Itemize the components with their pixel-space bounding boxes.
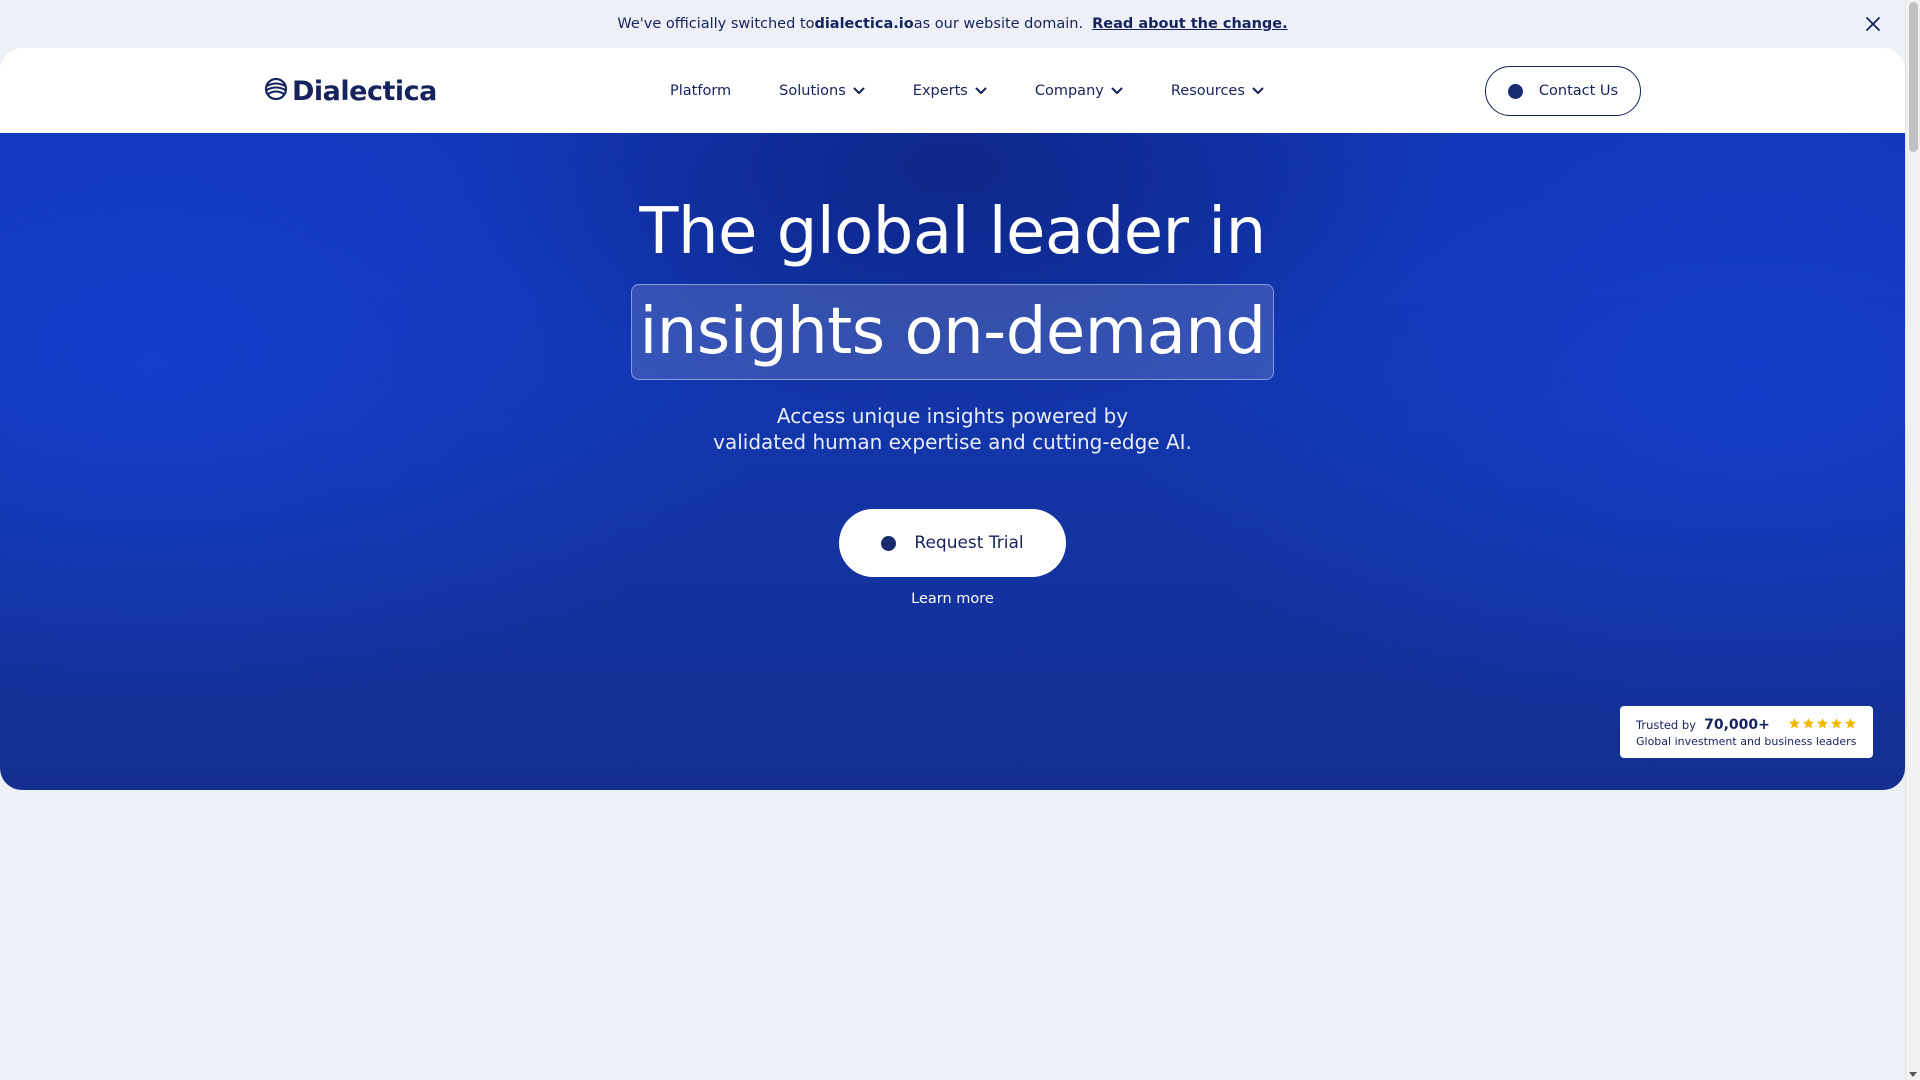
close-icon[interactable] <box>1863 14 1883 34</box>
trust-description: Global investment and business leaders <box>1636 735 1857 748</box>
dot-icon <box>881 535 897 551</box>
nav-item-label: Solutions <box>779 82 846 99</box>
chevron-down-icon <box>1111 87 1123 94</box>
contact-us-button[interactable]: Contact Us <box>1485 66 1641 116</box>
star-icon <box>1817 718 1828 729</box>
chevron-down-icon <box>975 87 987 94</box>
logo[interactable]: Dialectica <box>264 75 437 107</box>
star-rating <box>1788 717 1857 730</box>
hero-title: The global leader in <box>639 195 1266 269</box>
star-icon <box>1803 718 1814 729</box>
contact-us-label: Contact Us <box>1538 83 1619 99</box>
hero-highlight-text: insights on-demand <box>639 295 1267 369</box>
dot-icon <box>1507 83 1523 99</box>
hero-subtitle-line: Access unique insights powered by <box>776 404 1129 428</box>
logo-text: Dialectica <box>292 75 437 107</box>
nav-item-label: Platform <box>670 82 732 99</box>
trust-badge: Trusted by 70,000+ Global investment and… <box>1620 706 1873 758</box>
learn-more-link[interactable]: Learn more <box>0 591 1905 607</box>
hero-subtitle-line: validated human expertise and cutting-ed… <box>713 430 1192 454</box>
star-icon <box>1831 718 1842 729</box>
request-trial-button[interactable]: Request Trial <box>839 509 1066 577</box>
globe-icon <box>264 77 288 105</box>
nav-item-experts[interactable]: Experts <box>913 83 987 99</box>
nav-item-label: Experts <box>912 82 968 99</box>
announcement-bar: We've officially switched to dialectica.… <box>0 0 1905 48</box>
nav-item-label: Company <box>1034 82 1104 99</box>
announcement-suffix: as our website domain. <box>913 16 1084 32</box>
hero-card: Dialectica Platform Solutions Experts Co… <box>0 48 1905 790</box>
announcement-prefix: We've officially switched to <box>617 16 815 32</box>
scroll-down-arrow-icon[interactable] <box>1909 1072 1917 1077</box>
nav-item-platform[interactable]: Platform <box>670 83 731 99</box>
chevron-down-icon <box>1252 87 1264 94</box>
star-icon <box>1789 718 1800 729</box>
announcement-link[interactable]: Read about the change. <box>1092 16 1288 32</box>
announcement-message: We've officially switched to dialectica.… <box>617 16 1287 32</box>
nav-item-company[interactable]: Company <box>1035 83 1123 99</box>
nav-links: Platform Solutions Experts Company Resou… <box>670 48 1312 133</box>
hero-section: The global leader in insights on-demand … <box>0 133 1905 790</box>
hero-highlight: insights on-demand <box>631 284 1274 380</box>
nav-item-resources[interactable]: Resources <box>1171 83 1264 99</box>
scrollbar[interactable] <box>1905 0 1920 1080</box>
nav-item-solutions[interactable]: Solutions <box>779 83 865 99</box>
star-icon <box>1845 718 1856 729</box>
announcement-domain: dialectica.io <box>814 16 914 32</box>
chevron-down-icon <box>853 87 865 94</box>
hero-subtitle: Access unique insights powered by valida… <box>0 403 1905 455</box>
request-trial-label: Request Trial <box>914 533 1024 553</box>
scrollbar-thumb[interactable] <box>1909 2 1918 152</box>
trust-label: Trusted by <box>1636 718 1696 732</box>
nav-item-label: Resources <box>1170 82 1245 99</box>
main-nav: Dialectica Platform Solutions Experts Co… <box>0 48 1905 133</box>
trust-count: 70,000+ <box>1704 717 1770 733</box>
